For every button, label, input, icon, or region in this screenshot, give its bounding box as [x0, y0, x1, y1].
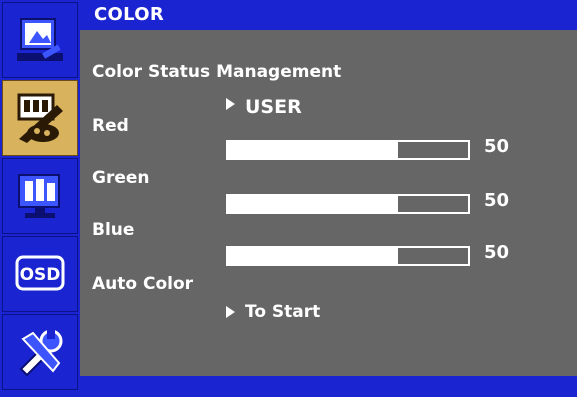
- tab-color[interactable]: [2, 80, 78, 156]
- tools-icon: [19, 329, 63, 377]
- green-label: Green: [92, 168, 150, 188]
- auto-color-action: To Start: [245, 302, 321, 322]
- red-value: 50: [484, 136, 510, 157]
- tab-picture[interactable]: [2, 2, 78, 78]
- tab-monitor[interactable]: [2, 158, 78, 234]
- green-slider[interactable]: [226, 194, 470, 214]
- picture-icon: [17, 18, 63, 61]
- menu-footer: [80, 376, 577, 397]
- blue-slider[interactable]: [226, 246, 470, 266]
- color-palette-icon: [17, 93, 63, 143]
- tab-osd[interactable]: OSD: [2, 236, 78, 312]
- osd-icon: OSD: [15, 255, 65, 291]
- menu-content: Color Status Management USER Red 50 Gree…: [80, 30, 577, 376]
- sidebar: OSD: [0, 0, 80, 397]
- osd-menu: OSD COLOR Color Status Management USER R…: [0, 0, 577, 397]
- monitor-icon: [18, 174, 60, 218]
- osd-icon-text: OSD: [20, 265, 61, 285]
- triangle-right-icon: [226, 306, 235, 318]
- auto-color-start-button[interactable]: To Start: [226, 302, 320, 322]
- auto-color-label: Auto Color: [92, 274, 194, 294]
- red-label: Red: [92, 116, 129, 136]
- menu-header: COLOR: [80, 0, 577, 30]
- page-title: COLOR: [94, 4, 165, 25]
- triangle-right-icon: [226, 98, 235, 110]
- blue-value: 50: [484, 242, 510, 263]
- red-slider-fill: [228, 142, 399, 158]
- green-value: 50: [484, 190, 510, 211]
- color-status-value: USER: [245, 96, 302, 118]
- blue-slider-fill: [228, 248, 399, 264]
- color-status-label: Color Status Management: [92, 62, 342, 82]
- green-slider-fill: [228, 196, 399, 212]
- tab-tools[interactable]: [2, 314, 78, 390]
- red-slider[interactable]: [226, 140, 470, 160]
- color-status-option[interactable]: USER: [226, 96, 302, 118]
- blue-label: Blue: [92, 220, 135, 240]
